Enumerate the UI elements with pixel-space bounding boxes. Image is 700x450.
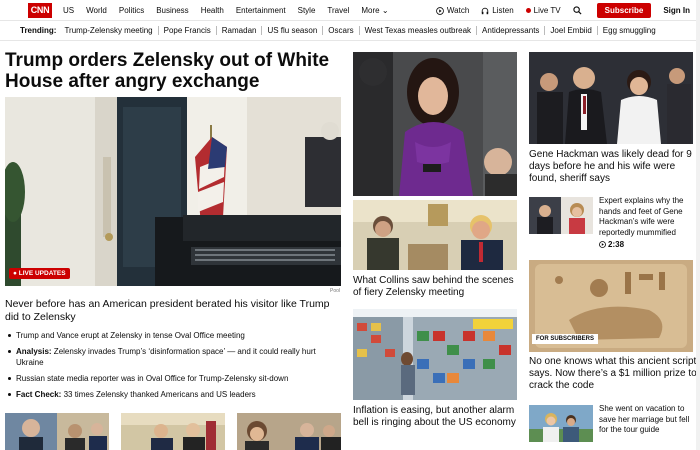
vacation-image[interactable] xyxy=(529,405,593,442)
trending-item[interactable]: Pope Francis xyxy=(159,25,217,35)
gene-hackman-photo xyxy=(529,52,693,144)
nav-link-world[interactable]: World xyxy=(86,6,107,15)
trending-item[interactable]: West Texas measles outbreak xyxy=(360,25,478,35)
trending-item[interactable]: Oscars xyxy=(323,25,360,35)
inflation-headline[interactable]: Inflation is easing, but another alarm b… xyxy=(353,405,517,429)
divider xyxy=(0,40,700,41)
hackman-video-thumbnail[interactable] xyxy=(529,197,593,234)
nav-link-politics[interactable]: Politics xyxy=(119,6,144,15)
watch-link[interactable]: Watch xyxy=(436,6,469,15)
video-thumbnail-photo xyxy=(529,197,593,234)
couple-photo xyxy=(529,405,593,442)
watch-label: Watch xyxy=(446,6,470,15)
nav-link-us[interactable]: US xyxy=(63,6,74,15)
trending-item[interactable]: Antidepressants xyxy=(477,25,546,35)
trending-item[interactable]: US flu season xyxy=(262,25,324,35)
lead-thumbnail-row xyxy=(5,413,341,450)
lead-related-list: Trump and Vance erupt at Zelensky in ten… xyxy=(5,330,345,405)
thumbnail-image[interactable] xyxy=(121,413,225,450)
zelensky-trump-photo xyxy=(353,200,517,270)
reporter-photo xyxy=(353,52,517,196)
mummified-headline[interactable]: Expert explains why the hands and feet o… xyxy=(599,196,697,238)
video-duration: 2:38 xyxy=(599,240,624,249)
search-button[interactable] xyxy=(573,6,585,15)
related-text: 33 times Zelensky thanked Americans and … xyxy=(61,390,256,399)
top-nav: CNN US World Politics Business Health En… xyxy=(0,0,700,21)
nav-link-entertainment[interactable]: Entertainment xyxy=(236,6,286,15)
ancient-script-headline[interactable]: No one knows what this ancient script sa… xyxy=(529,356,697,392)
more-label: More xyxy=(361,6,380,15)
photo-credit: Pool xyxy=(330,288,341,294)
list-item[interactable]: Trump and Vance erupt at Zelensky in ten… xyxy=(5,330,345,341)
live-updates-label: LIVE UPDATES xyxy=(18,270,66,277)
subscribe-button[interactable]: Subscribe xyxy=(596,3,652,18)
grocery-image[interactable] xyxy=(353,309,517,400)
trending-label: Trending: xyxy=(20,25,57,35)
trending-item[interactable]: Egg smuggling xyxy=(598,26,661,35)
lead-subheadline[interactable]: Never before has an American president b… xyxy=(5,298,345,324)
trending-item[interactable]: Ramadan xyxy=(217,25,263,35)
related-text: Zelensky invades Trump’s ‘disinformation… xyxy=(16,347,316,367)
chevron-down-icon: ⌄ xyxy=(381,6,389,15)
related-text: Trump and Vance erupt at Zelensky in ten… xyxy=(16,331,245,340)
list-item[interactable]: Analysis: Zelensky invades Trump’s ‘disi… xyxy=(5,346,345,368)
search-icon xyxy=(573,6,582,15)
play-circle-icon xyxy=(436,6,444,15)
lead-image[interactable] xyxy=(5,97,341,286)
list-item[interactable]: Russian state media reporter was in Oval… xyxy=(5,373,345,384)
trending-item[interactable]: Trump-Zelensky meeting xyxy=(59,25,159,35)
scrollbar[interactable] xyxy=(696,0,700,450)
listen-link[interactable]: Listen xyxy=(481,6,514,15)
hackman-image[interactable] xyxy=(529,52,693,144)
subscribers-badge: FOR SUBSCRIBERS xyxy=(532,334,599,344)
list-item[interactable]: Fact Check: 33 times Zelensky thanked Am… xyxy=(5,389,345,400)
vacation-headline[interactable]: She went on vacation to save her marriag… xyxy=(599,404,697,436)
collins-headline[interactable]: What Collins saw behind the scenes of fi… xyxy=(353,275,517,299)
duration-text: 2:38 xyxy=(608,240,625,249)
related-prefix: Analysis: xyxy=(16,347,52,356)
cnn-logo[interactable]: CNN xyxy=(28,3,52,18)
lead-headline[interactable]: Trump orders Zelensky out of White House… xyxy=(5,50,345,92)
related-text: Russian state media reporter was in Oval… xyxy=(16,374,289,383)
hackman-headline[interactable]: Gene Hackman was likely dead for 9 days … xyxy=(529,149,693,185)
nav-right: Watch Listen Live TV Subscribe Sign In xyxy=(424,0,690,21)
headphones-icon xyxy=(482,7,489,14)
nav-link-style[interactable]: Style xyxy=(298,6,316,15)
white-house-door-photo xyxy=(5,97,341,286)
trending-bar: Trending: Trump-Zelensky meeting Pope Fr… xyxy=(20,24,661,36)
nav-link-more[interactable]: More ⌄ xyxy=(361,6,388,15)
thumbnail-image[interactable] xyxy=(5,413,109,450)
oval-office-image[interactable] xyxy=(353,200,517,270)
nav-link-travel[interactable]: Travel xyxy=(327,6,349,15)
nav-links: US World Politics Business Health Entert… xyxy=(63,0,401,21)
live-updates-badge[interactable]: ● LIVE UPDATES xyxy=(9,268,70,279)
sign-in-link[interactable]: Sign In xyxy=(663,6,690,15)
nav-link-health[interactable]: Health xyxy=(201,6,224,15)
collins-image[interactable] xyxy=(353,52,517,196)
related-prefix: Fact Check: xyxy=(16,390,62,399)
play-circle-icon xyxy=(599,241,606,248)
grocery-aisle-photo xyxy=(353,309,517,400)
live-tv-link[interactable]: Live TV xyxy=(525,6,561,15)
listen-label: Listen xyxy=(492,6,514,15)
thumbnail-image[interactable] xyxy=(237,413,341,450)
trending-item[interactable]: Joel Embiid xyxy=(545,25,598,35)
live-dot-icon xyxy=(525,8,531,13)
nav-link-business[interactable]: Business xyxy=(156,6,188,15)
live-tv-label: Live TV xyxy=(533,6,561,15)
